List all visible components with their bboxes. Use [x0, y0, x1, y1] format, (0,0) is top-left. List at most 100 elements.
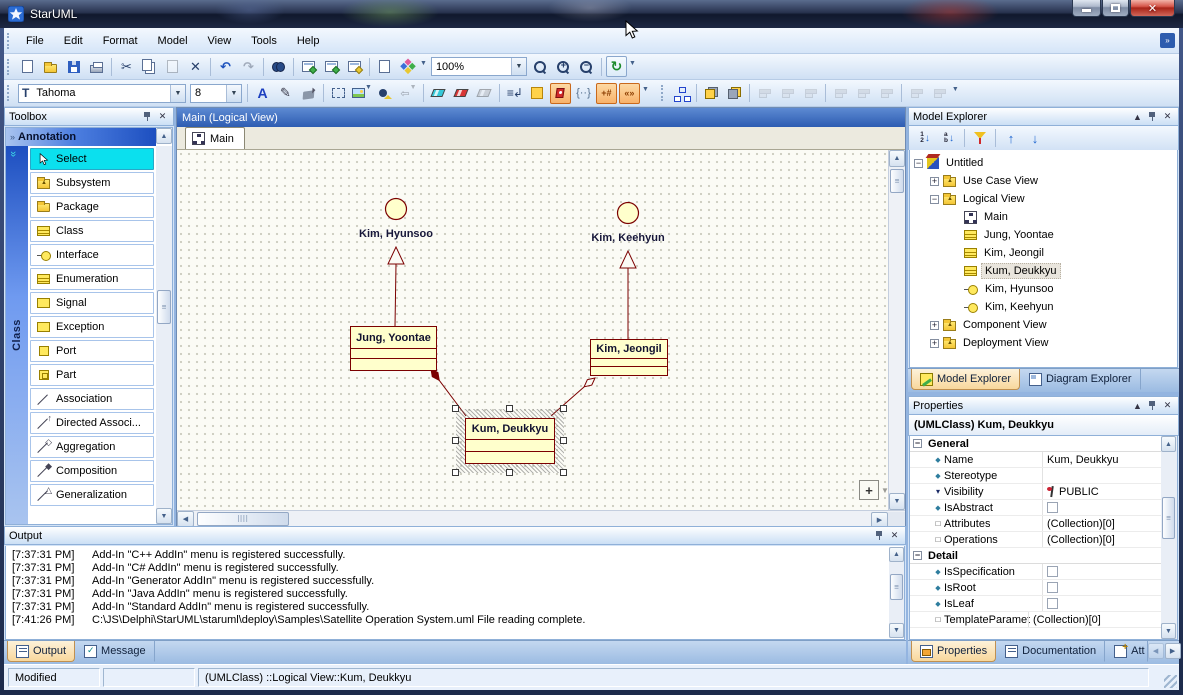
close-button[interactable]: ✕	[1130, 0, 1175, 17]
class-kum-deukkyu-selected[interactable]: Kum, Deukkyu	[465, 418, 555, 464]
grid-button[interactable]	[527, 83, 548, 104]
property-row-isroot[interactable]: ◆ IsRoot	[910, 580, 1161, 596]
scrollbar-thumb[interactable]	[890, 574, 903, 600]
toolbar-overflow-button[interactable]: »	[1160, 33, 1175, 48]
toolbox-item-subsystem[interactable]: Subsystem	[30, 172, 154, 194]
align-tops-button[interactable]	[830, 83, 851, 104]
stereotype-display-button[interactable]	[550, 83, 571, 104]
sort-by-index-button[interactable]: 12↓	[913, 128, 937, 148]
erase-fill-button[interactable]	[428, 83, 449, 104]
property-value[interactable]	[1042, 580, 1161, 595]
property-row-operations[interactable]: □ Operations (Collection)[0]	[910, 532, 1161, 548]
zoom-area-button[interactable]	[576, 56, 597, 77]
property-row-attributes[interactable]: □ Attributes (Collection)[0]	[910, 516, 1161, 532]
toolbox-item-aggregation[interactable]: ◇ Aggregation	[30, 436, 154, 458]
tab-attachments[interactable]: Att	[1105, 641, 1147, 662]
pin-icon[interactable]	[1146, 399, 1159, 412]
scroll-down-button[interactable]: ▼	[889, 623, 904, 638]
fill-color-button[interactable]	[298, 83, 319, 104]
menu-edit[interactable]: Edit	[54, 31, 93, 51]
property-value[interactable]: (Collection)[0]	[1042, 516, 1161, 531]
menu-format[interactable]: Format	[93, 31, 148, 51]
pan-tool-button[interactable]: +	[859, 480, 879, 500]
resize-handle[interactable]	[452, 437, 459, 444]
resize-handle[interactable]	[452, 405, 459, 412]
checkbox[interactable]	[1047, 566, 1058, 577]
close-icon[interactable]: ✕	[1161, 110, 1174, 123]
tree-item-deployment-view[interactable]: + Deployment View	[910, 334, 1177, 352]
scroll-up-button[interactable]: ▲	[1161, 436, 1176, 452]
space-equally-horizontal-button[interactable]	[906, 83, 927, 104]
undo-button[interactable]: ↶	[215, 56, 236, 77]
resize-handle[interactable]	[560, 405, 567, 412]
property-value[interactable]: (Collection)[0]	[1042, 532, 1161, 547]
collapse-box-icon[interactable]: −	[913, 439, 922, 448]
toolbox-group-annotation[interactable]: » Annotation	[6, 128, 156, 146]
scroll-down-button[interactable]: ▼	[1161, 623, 1176, 639]
class-kim-jeongil[interactable]: Kim, Jeongil	[590, 339, 668, 376]
send-to-back-button[interactable]	[724, 83, 745, 104]
refresh-button[interactable]: ↻	[606, 56, 627, 77]
minimize-button[interactable]	[1072, 0, 1101, 17]
toolbox-item-association[interactable]: Association	[30, 388, 154, 410]
maximize-button[interactable]	[1102, 0, 1129, 17]
menu-model[interactable]: Model	[148, 31, 198, 51]
toolbox-item-select[interactable]: Select	[30, 148, 154, 170]
erase-line-button[interactable]	[451, 83, 472, 104]
align-centers-button[interactable]	[800, 83, 821, 104]
property-value[interactable]	[1042, 596, 1161, 611]
interface-label-kim-hyunsoo[interactable]: Kim, Hyunsoo	[326, 228, 466, 240]
space-equally-vertical-button[interactable]	[929, 83, 950, 104]
tab-diagram-explorer[interactable]: Diagram Explorer	[1020, 369, 1141, 390]
property-value[interactable]	[1042, 564, 1161, 579]
font-color-button[interactable]: A	[252, 83, 273, 104]
zoom-out-button[interactable]: −	[553, 56, 574, 77]
toolbox-scroll-up-button[interactable]: ▲	[156, 128, 172, 144]
toolbox-item-port[interactable]: Port	[30, 340, 154, 362]
close-icon[interactable]: ✕	[156, 110, 169, 123]
tree-item-jung-yoontae[interactable]: Jung, Yoontae	[910, 226, 1177, 244]
select-in-diagram-button[interactable]	[321, 56, 342, 77]
font-name-combo[interactable]: T Tahoma ▼	[18, 84, 186, 103]
redo-button[interactable]: ↷	[238, 56, 259, 77]
toolbox-item-part[interactable]: Part	[30, 364, 154, 386]
canvas-horizontal-scrollbar[interactable]: ◀ ▶	[177, 510, 905, 527]
align-bottoms-button[interactable]	[853, 83, 874, 104]
tree-item-main[interactable]: Main	[910, 208, 1177, 226]
collapse-icon[interactable]: ▲	[1131, 399, 1144, 412]
tab-output[interactable]: Output	[7, 641, 75, 662]
property-row-name[interactable]: ◆ Name Kum, Deukkyu	[910, 452, 1161, 468]
tab-message[interactable]: Message	[75, 641, 155, 662]
scroll-left-button[interactable]: ◀	[177, 511, 194, 527]
resize-handle[interactable]	[452, 469, 459, 476]
property-value[interactable]: Kum, Deukkyu	[1042, 452, 1161, 467]
group-overflow-icon[interactable]: ▼	[642, 86, 649, 93]
align-option-button[interactable]: ⇦▼	[398, 83, 419, 104]
property-row-isabstract[interactable]: ◆ IsAbstract	[910, 500, 1161, 516]
toolbar-grip[interactable]	[661, 85, 665, 101]
checkbox[interactable]	[1047, 502, 1058, 513]
resize-grip[interactable]	[1164, 675, 1177, 688]
group-overflow-icon[interactable]: ▼	[952, 86, 959, 93]
toolbox-item-generalization[interactable]: △ Generalization	[30, 484, 154, 506]
shape-style-button[interactable]	[375, 83, 396, 104]
chevron-down-icon[interactable]: ▼	[170, 85, 185, 102]
pin-icon[interactable]	[141, 110, 154, 123]
save-button[interactable]	[63, 56, 84, 77]
property-row-templateparameter[interactable]: □ TemplateParamet (Collection)[0]	[910, 612, 1161, 628]
chevron-down-icon[interactable]: ▼	[881, 486, 888, 495]
close-icon[interactable]: ✕	[1161, 399, 1174, 412]
fill-image-button[interactable]: ▼	[351, 83, 373, 104]
chevron-down-icon[interactable]: ▼	[511, 58, 526, 75]
toolbox-group-class-tab[interactable]: » Class	[6, 146, 28, 524]
addin-framework-button[interactable]	[397, 56, 418, 77]
tab-model-explorer[interactable]: Model Explorer	[911, 369, 1020, 390]
output-scrollbar[interactable]: ▲ ▼	[889, 547, 904, 638]
property-value[interactable]	[1042, 500, 1161, 515]
toolbox-scrollbar[interactable]: ▼	[156, 146, 172, 524]
tree-item-kum-deukkyu[interactable]: Kum, Deukkyu	[910, 262, 1177, 280]
print-button[interactable]	[86, 56, 107, 77]
group-overflow-icon[interactable]: ▼	[420, 60, 427, 67]
toolbox-item-composition[interactable]: ◆ Composition	[30, 460, 154, 482]
pin-icon[interactable]	[1146, 110, 1159, 123]
